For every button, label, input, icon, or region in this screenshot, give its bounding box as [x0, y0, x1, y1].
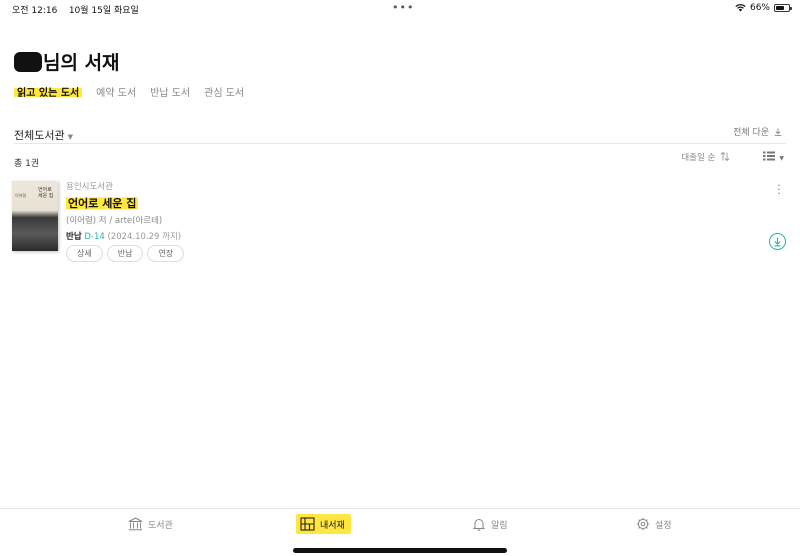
status-time: 오전 12:16 10월 15일 화요일: [12, 3, 139, 16]
bookshelf-icon: [300, 517, 315, 531]
battery-icon: [774, 4, 792, 12]
sort-label: 대출일 순: [681, 153, 716, 163]
book-author: (이어령) 저 / arte(아르테): [66, 216, 163, 226]
download-all-button[interactable]: 전체 다운: [733, 125, 782, 138]
page-header: 님의 서재: [14, 48, 120, 75]
due-date: (2024.10.29 까지): [107, 232, 182, 242]
chevron-down-icon: ▼: [67, 133, 73, 141]
cover-title: 언어로 세운 집: [38, 187, 54, 199]
book-meta: 용인시도서관 언어로 세운 집 (이어령) 저 / arte(아르테) 반납 D…: [66, 180, 185, 262]
library-filter-label: 전체도서관: [14, 129, 65, 142]
download-button[interactable]: [769, 233, 786, 250]
book-count: 총 1권: [14, 159, 40, 169]
book-library: 용인시도서관: [66, 182, 113, 192]
battery-percent: 66%: [749, 3, 770, 13]
book-card[interactable]: 이어령 언어로 세운 집 용인시도서관 언어로 세운 집 (이어령) 저 / a…: [12, 178, 788, 262]
nav-my-shelf-label: 내서재: [320, 520, 345, 531]
library-icon: [128, 517, 143, 531]
nav-notifications-label: 알림: [491, 520, 508, 531]
nav-my-shelf[interactable]: 내서재: [296, 514, 351, 534]
download-icon: [774, 128, 782, 136]
gear-icon: [636, 517, 650, 531]
due-info: 반납 D-14 (2024.10.29 까지): [66, 230, 184, 242]
sort-icon: [720, 151, 730, 162]
download-icon: [774, 237, 781, 247]
tab-reserved[interactable]: 예약 도서: [96, 84, 136, 99]
home-indicator[interactable]: [293, 548, 507, 553]
chevron-down-icon: ▼: [779, 155, 784, 162]
nav-settings-label: 설정: [655, 520, 672, 531]
library-filter-dropdown[interactable]: 전체도서관 ▼: [14, 129, 73, 142]
book-cover[interactable]: 이어령 언어로 세운 집: [12, 181, 58, 251]
list-view-icon: [762, 151, 775, 161]
view-mode-toggle[interactable]: ▼: [762, 151, 784, 163]
sort-dropdown[interactable]: 대출일 순: [681, 151, 730, 163]
status-date: 10월 15일 화요일: [68, 6, 139, 16]
book-actions: 상세 반납 연장: [66, 245, 185, 262]
tab-wishlist[interactable]: 관심 도서: [204, 84, 244, 99]
tab-returned[interactable]: 반납 도서: [150, 84, 190, 99]
due-dday: D-14: [84, 232, 105, 242]
wifi-icon: [735, 4, 746, 12]
nav-library[interactable]: 도서관: [128, 517, 173, 531]
list-summary: 총 1권 대출일 순 ▼: [14, 151, 786, 169]
tab-reading[interactable]: 읽고 있는 도서: [14, 84, 83, 99]
multitasking-dots[interactable]: •••: [392, 1, 414, 14]
page-title: 님의 서재: [43, 52, 120, 74]
status-bar: 오전 12:16 10월 15일 화요일 ••• 66%: [0, 0, 800, 18]
due-label: 반납: [66, 232, 82, 242]
shelf-tabs: 읽고 있는 도서 예약 도서 반납 도서 관심 도서: [14, 84, 244, 99]
return-button[interactable]: 반납: [106, 245, 144, 262]
bottom-nav: 도서관 내서재 알림 설정: [0, 508, 800, 556]
filter-row: 전체도서관 ▼ 전체 다운: [14, 124, 786, 144]
nav-settings[interactable]: 설정: [636, 517, 672, 531]
nav-notifications[interactable]: 알림: [472, 517, 508, 531]
download-all-label: 전체 다운: [733, 128, 770, 138]
cover-author: 이어령: [15, 193, 27, 198]
book-title[interactable]: 언어로 세운 집: [66, 195, 139, 211]
bell-icon: [472, 519, 486, 531]
status-right: 66%: [735, 3, 792, 13]
status-clock: 오전 12:16: [12, 6, 58, 16]
nav-library-label: 도서관: [148, 520, 173, 531]
more-options-icon[interactable]: · · ·: [776, 180, 782, 199]
detail-button[interactable]: 상세: [66, 245, 103, 262]
extend-button[interactable]: 연장: [147, 245, 185, 262]
redacted-username: [14, 51, 42, 72]
